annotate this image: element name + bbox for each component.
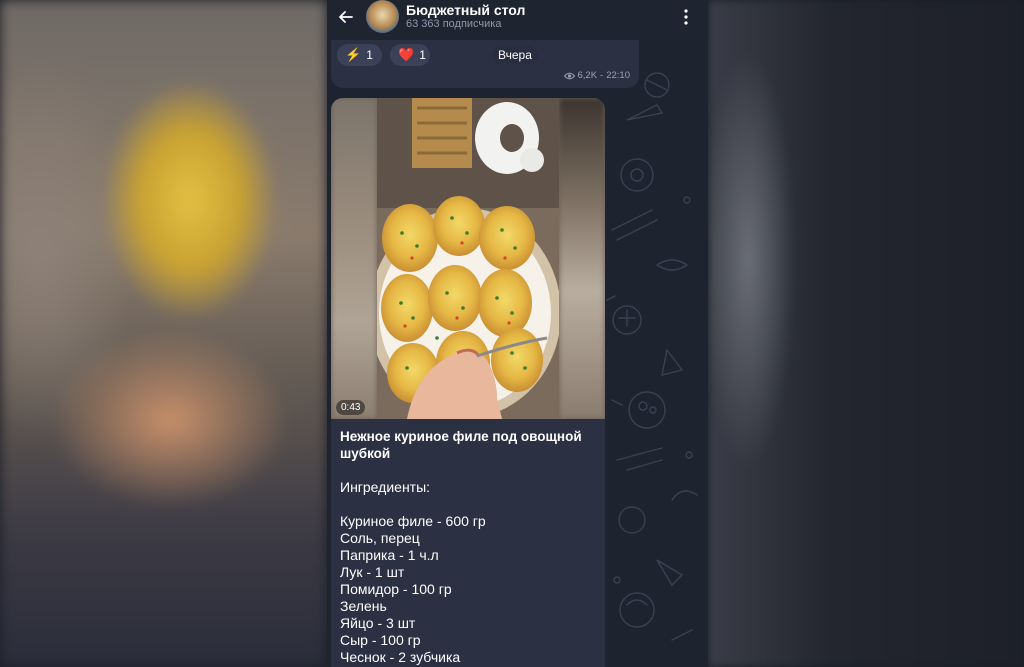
previous-message-footer: ⚡ 1 ❤️ 1 Вчера 6,2K - 22:10	[331, 40, 639, 88]
blurred-background-right	[708, 0, 1024, 667]
back-arrow-icon[interactable]	[336, 7, 356, 27]
ingredients-list: Куриное филе - 600 гр Соль, перец Паприк…	[340, 513, 602, 666]
video-message: 0:43 Нежное куриное филе под овощной шуб…	[331, 98, 605, 667]
heart-icon: ❤️	[398, 47, 415, 62]
list-item: Куриное филе - 600 гр	[340, 513, 486, 529]
reaction-heart[interactable]: ❤️ 1	[390, 44, 430, 66]
eye-icon	[563, 72, 575, 79]
video-duration: 0:43	[336, 400, 366, 415]
list-item: Паприка - 1 ч.л	[340, 547, 439, 563]
view-count: 6,2K	[577, 70, 598, 81]
subscriber-count: 63 363 подписчика	[406, 18, 502, 30]
chat-header: Бюджетный стол 63 363 подписчика	[327, 0, 708, 40]
phone-screen: Бюджетный стол 63 363 подписчика ⚡ 1 ❤️ …	[327, 0, 708, 667]
recipe-title: Нежное куриное филе под овощной шубкой	[340, 429, 582, 461]
message-meta: 6,2K - 22:10	[563, 70, 630, 81]
video-blur-right	[559, 98, 605, 419]
lightning-icon: ⚡	[345, 47, 362, 62]
message-caption: Нежное куриное филе под овощной шубкой И…	[340, 428, 602, 666]
blurred-background-left	[0, 0, 327, 667]
list-item: Лук - 1 шт	[340, 564, 405, 580]
reaction-count: 1	[366, 48, 373, 62]
video-blur-left	[331, 98, 377, 419]
reaction-count: 1	[419, 48, 426, 62]
reaction-lightning[interactable]: ⚡ 1	[337, 44, 382, 66]
list-item: Сыр - 100 гр	[340, 632, 421, 648]
date-separator: Вчера	[492, 46, 538, 64]
more-options-icon[interactable]	[681, 8, 691, 26]
list-item: Зелень	[340, 598, 387, 614]
list-item: Чеснок - 2 зубчика	[340, 649, 461, 665]
video-frame-food	[377, 98, 559, 419]
list-item: Яйцо - 3 шт	[340, 615, 416, 631]
list-item: Соль, перец	[340, 530, 420, 546]
ingredients-label: Ингредиенты:	[340, 479, 431, 495]
channel-title[interactable]: Бюджетный стол	[406, 2, 525, 18]
list-item: Помидор - 100 гр	[340, 581, 452, 597]
message-time: 22:10	[606, 70, 630, 81]
video-player[interactable]: 0:43	[331, 98, 605, 419]
meta-separator: -	[600, 70, 604, 81]
channel-avatar[interactable]	[366, 0, 399, 33]
